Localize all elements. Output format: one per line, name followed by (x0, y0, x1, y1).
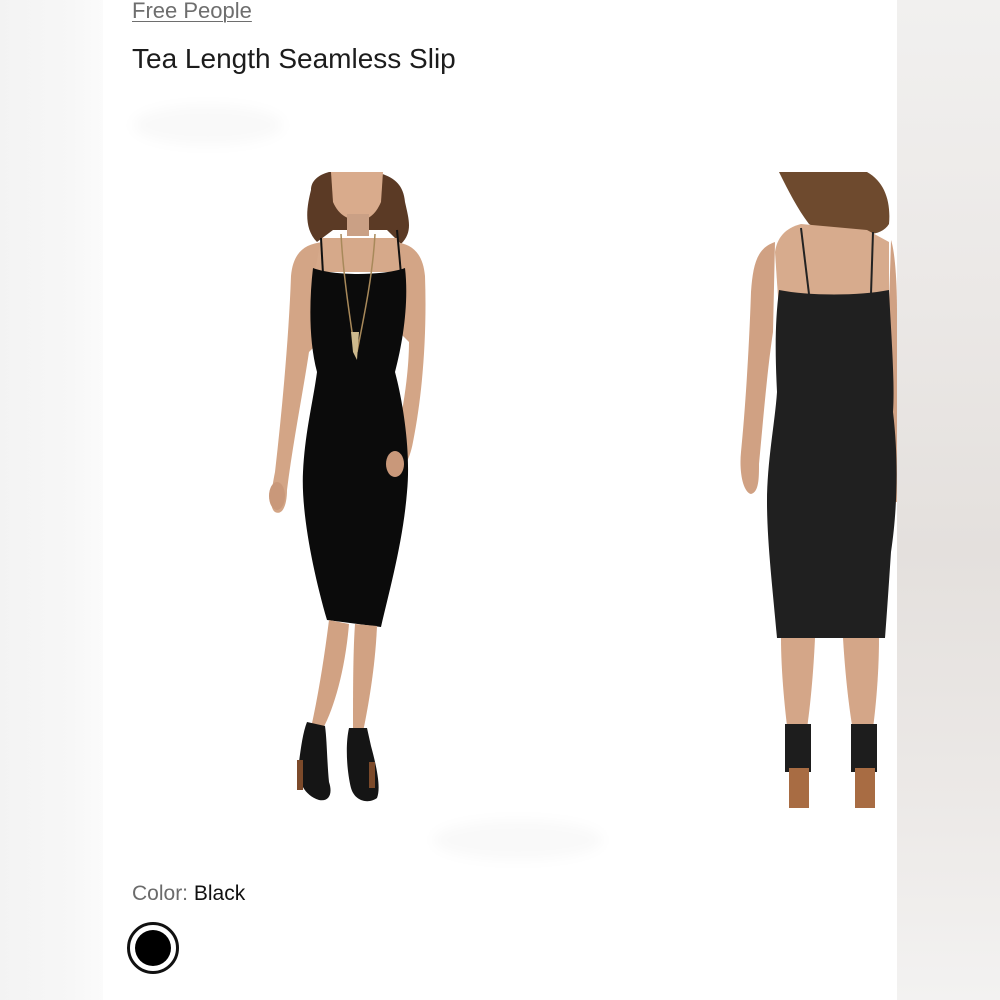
color-swatch-black[interactable] (127, 922, 179, 974)
selected-color-value: Black (193, 882, 246, 905)
back-view-model-photo-icon (740, 169, 897, 808)
right-margin-backdrop (897, 0, 1000, 1000)
color-label: Color: Black (132, 880, 245, 908)
color-swatch-fill (135, 930, 171, 966)
color-label-prefix: Color: (132, 882, 189, 905)
product-image-front[interactable] (263, 169, 453, 812)
brand-link[interactable]: Free People (132, 0, 252, 24)
background-smudge (433, 820, 603, 860)
product-title: Tea Length Seamless Slip (132, 43, 456, 74)
product-image-gallery (103, 169, 897, 812)
front-view-model-photo-icon (269, 169, 426, 802)
background-smudge (133, 105, 283, 145)
product-image-back[interactable] (739, 169, 897, 812)
product-detail-page: Free People Tea Length Seamless Slip Col… (103, 0, 897, 1000)
left-margin-backdrop (0, 0, 103, 1000)
